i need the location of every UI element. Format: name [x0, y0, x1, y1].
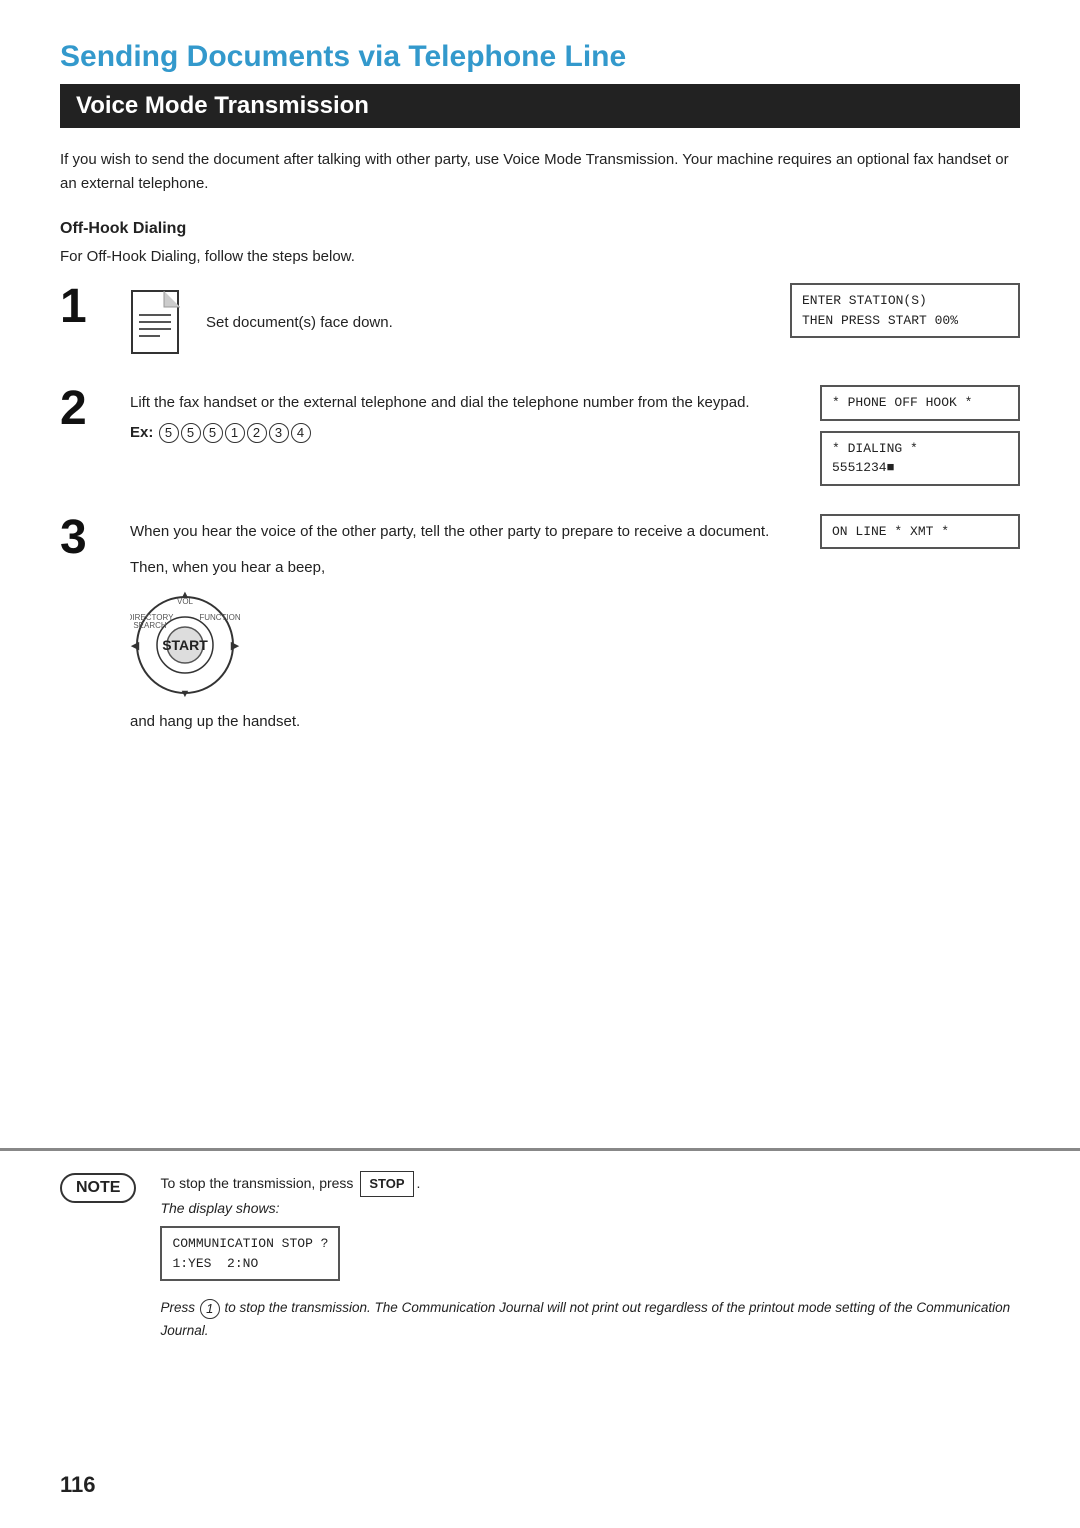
page-title: Sending Documents via Telephone Line [60, 0, 1020, 84]
step-3-lcd-box: ON LINE * XMT * [820, 514, 1020, 550]
note-list: To stop the transmission, press STOP. Th… [160, 1171, 1020, 1344]
step-1-lcd-box: ENTER STATION(S) THEN PRESS START 00% [790, 283, 1020, 338]
note-display-shows: The display shows: [160, 1200, 279, 1216]
svg-text:SEARCH: SEARCH [133, 621, 167, 630]
svg-text:FUNCTION: FUNCTION [199, 613, 240, 622]
svg-text:▲: ▲ [180, 590, 191, 601]
note-section: NOTE To stop the transmission, press STO… [60, 1171, 1020, 1352]
step-2: 2 Lift the fax handset or the external t… [60, 385, 1020, 486]
page-divider [0, 1148, 1080, 1151]
step-3: 3 When you hear the voice of the other p… [60, 514, 1020, 740]
note-lcd-box: COMMUNICATION STOP ? 1:YES 2:NO [160, 1226, 340, 1281]
note-item-2-pre: Press 1 to stop the transmission. The Co… [160, 1300, 1010, 1338]
intro-text: If you wish to send the document after t… [60, 148, 1020, 196]
step-3-text-3: and hang up the handset. [130, 710, 780, 734]
step-3-number: 3 [60, 514, 120, 562]
step-1-content: Set document(s) face down. [130, 283, 780, 357]
step-2-ex: Ex: 5551234 [130, 421, 780, 445]
document-icon [130, 289, 190, 357]
svg-text:▶: ▶ [231, 640, 240, 652]
digit-5c: 5 [203, 423, 223, 443]
svg-text:START: START [162, 637, 208, 653]
svg-text:▼: ▼ [180, 688, 191, 700]
step-2-number: 2 [60, 385, 120, 433]
step-1: 1 Set document(s) face down. EN [60, 283, 1020, 357]
note-item-2-rest: to stop the transmission. The Communicat… [160, 1300, 1010, 1338]
stop-button-inline: STOP [360, 1171, 413, 1197]
step-3-text-1: When you hear the voice of the other par… [130, 520, 780, 544]
start-button-icon: START DIRECTORY SEARCH FUNCTION VOL ▼ ▲ … [130, 590, 240, 700]
note-badge: NOTE [60, 1173, 136, 1203]
section-header: Voice Mode Transmission [60, 84, 1020, 128]
digit-5a: 5 [159, 423, 179, 443]
step-2-text-1: Lift the fax handset or the external tel… [130, 391, 780, 415]
step-1-text: Set document(s) face down. [206, 311, 393, 335]
step-2-lcd-box-1: * PHONE OFF HOOK * [820, 385, 1020, 421]
step-2-lcd: * PHONE OFF HOOK * * DIALING * 5551234■ [780, 385, 1020, 486]
note-content: To stop the transmission, press STOP. Th… [160, 1171, 1020, 1352]
digit-3: 3 [269, 423, 289, 443]
page-number: 116 [60, 1472, 96, 1498]
page: Sending Documents via Telephone Line Voi… [0, 0, 1080, 1528]
digit-4: 4 [291, 423, 311, 443]
note-item-2: Press 1 to stop the transmission. The Co… [160, 1297, 1020, 1343]
spacer [60, 768, 1020, 1148]
note-circle-1: 1 [200, 1299, 220, 1319]
step-3-text-2: Then, when you hear a beep, [130, 556, 780, 580]
digit-2: 2 [247, 423, 267, 443]
digit-5b: 5 [181, 423, 201, 443]
note-item-1-pre: To stop the transmission, press [160, 1174, 357, 1190]
note-item-1-post: . [417, 1174, 421, 1190]
start-button-area: START DIRECTORY SEARCH FUNCTION VOL ▼ ▲ … [130, 590, 780, 700]
step-3-lcd: ON LINE * XMT * [780, 514, 1020, 550]
step-1-lcd: ENTER STATION(S) THEN PRESS START 00% [780, 283, 1020, 338]
step-3-content: When you hear the voice of the other par… [130, 514, 780, 740]
note-item-1: To stop the transmission, press STOP. Th… [160, 1171, 1020, 1290]
digit-1: 1 [225, 423, 245, 443]
svg-text:◀: ◀ [131, 640, 140, 652]
subheading-desc: For Off-Hook Dialing, follow the steps b… [60, 248, 1020, 265]
step-3-sub: Then, when you hear a beep, START [130, 556, 780, 734]
step-1-number: 1 [60, 283, 120, 331]
step-2-lcd-box-2: * DIALING * 5551234■ [820, 431, 1020, 486]
subheading: Off-Hook Dialing [60, 220, 1020, 238]
step-2-content: Lift the fax handset or the external tel… [130, 385, 780, 451]
